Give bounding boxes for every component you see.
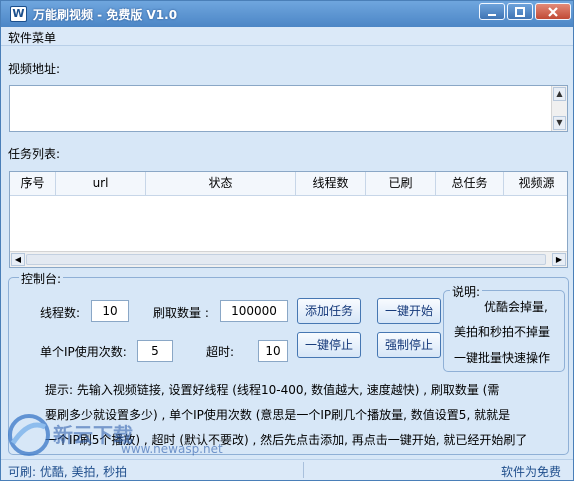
maximize-button[interactable] — [507, 3, 533, 20]
threads-input[interactable]: 10 — [91, 300, 129, 322]
column-header-index[interactable]: 序号 — [10, 172, 56, 196]
stop-all-button[interactable]: 一键停止 — [297, 332, 361, 358]
close-button[interactable] — [535, 3, 571, 20]
status-bar: 可刷: 优酷, 美拍, 秒拍 软件为免费 — [1, 459, 573, 480]
status-free-notice: 软件为免费 — [500, 465, 561, 479]
task-table-header: 序号 url 状态 线程数 已刷 总任务 视频源 — [10, 172, 567, 196]
scroll-left-icon[interactable]: ◀ — [11, 253, 25, 266]
scroll-up-icon[interactable]: ▲ — [553, 87, 566, 101]
control-panel-title: 控制台: — [19, 270, 64, 287]
threads-label: 线程数: — [40, 306, 81, 320]
count-label: 刷取数量 : — [153, 306, 209, 320]
explain-box: 说明: 优酷会掉量, 美拍和秒拍不掉量 一键批量快速操作 — [443, 283, 565, 372]
watermark-url: www.newasp.net — [121, 442, 223, 456]
column-header-done[interactable]: 已刷 — [366, 172, 436, 196]
count-input[interactable]: 100000 — [220, 300, 288, 322]
title-bar[interactable]: W 万能刷视频 - 免费版 V1.0 — [1, 1, 573, 27]
minimize-button[interactable] — [479, 3, 505, 20]
watermark-logo-icon — [8, 414, 50, 456]
column-header-status[interactable]: 状态 — [146, 172, 296, 196]
close-icon — [548, 7, 558, 17]
app-logo-icon: W — [10, 6, 27, 22]
column-header-source[interactable]: 视频源 — [504, 172, 567, 196]
minimize-icon — [488, 14, 496, 16]
maximize-icon — [515, 7, 525, 17]
timeout-label: 超时: — [206, 345, 235, 359]
column-header-total[interactable]: 总任务 — [436, 172, 504, 196]
tip-line: 提示: 先输入视频链接, 设置好线程 (线程10-400, 数值越大, 速度越快… — [45, 383, 500, 397]
window-title: 万能刷视频 - 免费版 V1.0 — [33, 8, 178, 22]
menu-software[interactable]: 软件菜单 — [8, 29, 56, 46]
task-list-label: 任务列表: — [8, 147, 61, 161]
table-horizontal-scrollbar[interactable]: ◀ ▶ — [10, 251, 567, 267]
ip-usage-label: 单个IP使用次数: — [40, 345, 127, 359]
menu-bar: 软件菜单 — [1, 27, 573, 46]
column-header-url[interactable]: url — [56, 172, 146, 196]
ip-usage-input[interactable]: 5 — [137, 340, 173, 362]
task-table[interactable]: 序号 url 状态 线程数 已刷 总任务 视频源 ◀ ▶ — [9, 171, 568, 268]
explain-line: 美拍和秒拍不掉量 — [454, 325, 551, 339]
video-url-label: 视频地址: — [8, 62, 61, 76]
column-header-threads[interactable]: 线程数 — [296, 172, 366, 196]
force-stop-button[interactable]: 强制停止 — [377, 332, 441, 358]
timeout-input[interactable]: 10 — [258, 340, 288, 362]
explain-line: 优酷会掉量, — [484, 300, 548, 314]
status-supported-platforms: 可刷: 优酷, 美拍, 秒拍 — [8, 465, 128, 479]
scroll-down-icon[interactable]: ▼ — [553, 116, 566, 130]
start-all-button[interactable]: 一键开始 — [377, 298, 441, 324]
scroll-right-icon[interactable]: ▶ — [552, 253, 566, 266]
scroll-thumb[interactable] — [26, 254, 546, 265]
explain-title: 说明: — [450, 283, 483, 300]
video-url-input[interactable]: ▲ ▼ — [9, 85, 568, 132]
app-window: W 万能刷视频 - 免费版 V1.0 软件菜单 视频地址: ▲ ▼ 任务列表: … — [0, 0, 574, 481]
url-scrollbar[interactable]: ▲ ▼ — [551, 86, 567, 131]
explain-line: 一键批量快速操作 — [454, 351, 551, 365]
add-task-button[interactable]: 添加任务 — [297, 298, 361, 324]
status-divider — [303, 462, 304, 478]
